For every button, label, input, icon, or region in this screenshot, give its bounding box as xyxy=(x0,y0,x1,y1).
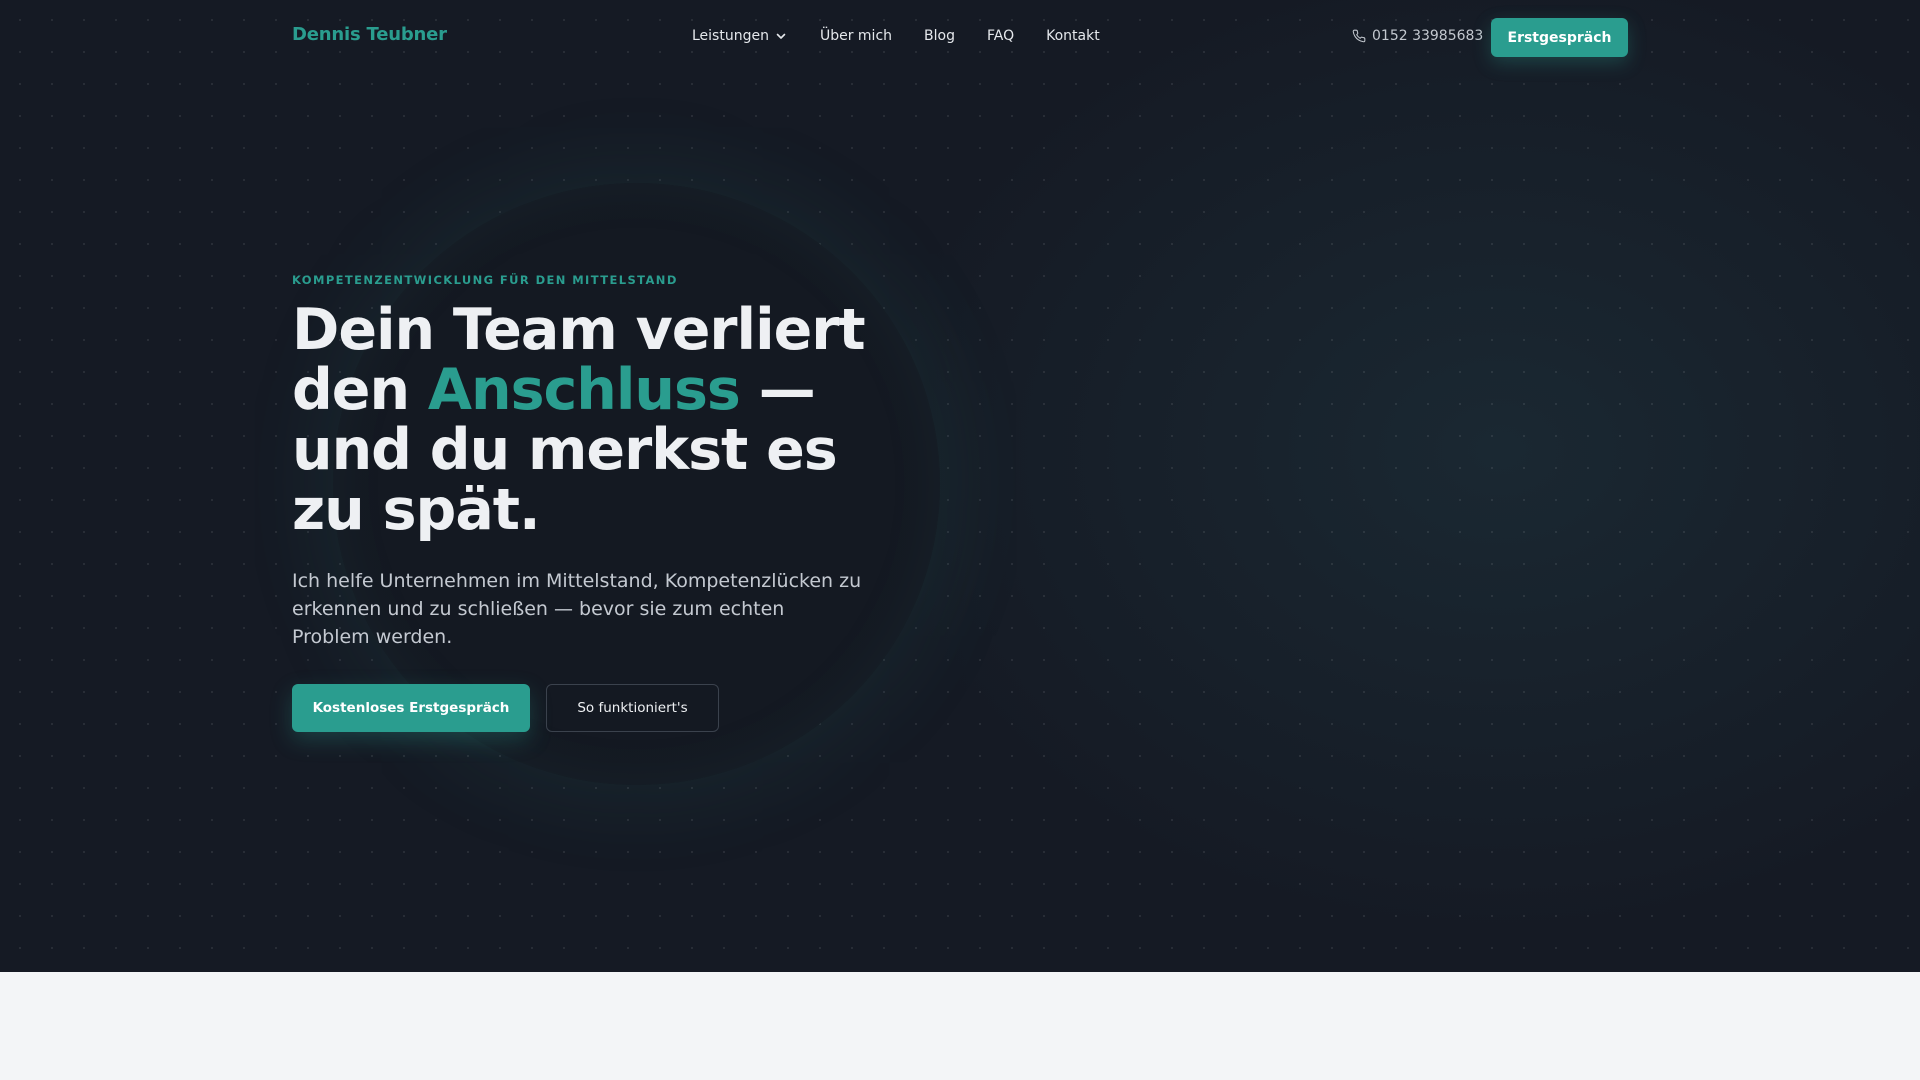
nav-item-faq[interactable]: FAQ xyxy=(987,28,1014,44)
how-it-works-button[interactable]: So funktioniert's xyxy=(546,684,719,732)
nav-item-leistungen[interactable]: Leistungen xyxy=(692,28,788,44)
hero-eyebrow: KOMPETENZENTWICKLUNG FÜR DEN MITTELSTAND xyxy=(292,273,678,287)
hero-headline: Dein Team verliert den Anschluss — und d… xyxy=(292,300,912,540)
free-consultation-button[interactable]: Kostenloses Erstgespräch xyxy=(292,684,530,732)
hero-section: KOMPETENZENTWICKLUNG FÜR DEN MITTELSTAND… xyxy=(0,0,1920,972)
phone-number: 0152 33985683 xyxy=(1372,28,1484,44)
nav-item-ueber-mich[interactable]: Über mich xyxy=(820,28,892,44)
hero-subtext: Ich helfe Unternehmen im Mittelstand, Ko… xyxy=(292,570,862,648)
nav-item-kontakt[interactable]: Kontakt xyxy=(1046,28,1100,44)
chevron-down-icon xyxy=(776,33,786,39)
next-section-background xyxy=(0,972,1920,1080)
phone-icon xyxy=(1352,29,1366,43)
headline-accent: Anschluss xyxy=(427,357,741,423)
nav-item-blog[interactable]: Blog xyxy=(924,28,955,44)
top-navigation: Dennis Teubner Leistungen Über mich Blog… xyxy=(0,0,1920,76)
dot-pattern-background xyxy=(0,0,1920,972)
main-menu: Leistungen Über mich Blog FAQ Kontakt xyxy=(692,28,1132,44)
phone-link[interactable]: 0152 33985683 xyxy=(1352,28,1483,44)
nav-item-label: Leistungen xyxy=(692,28,769,44)
consultation-nav-button[interactable]: Erstgespräch xyxy=(1491,18,1628,57)
brand-logo[interactable]: Dennis Teubner xyxy=(292,24,447,45)
